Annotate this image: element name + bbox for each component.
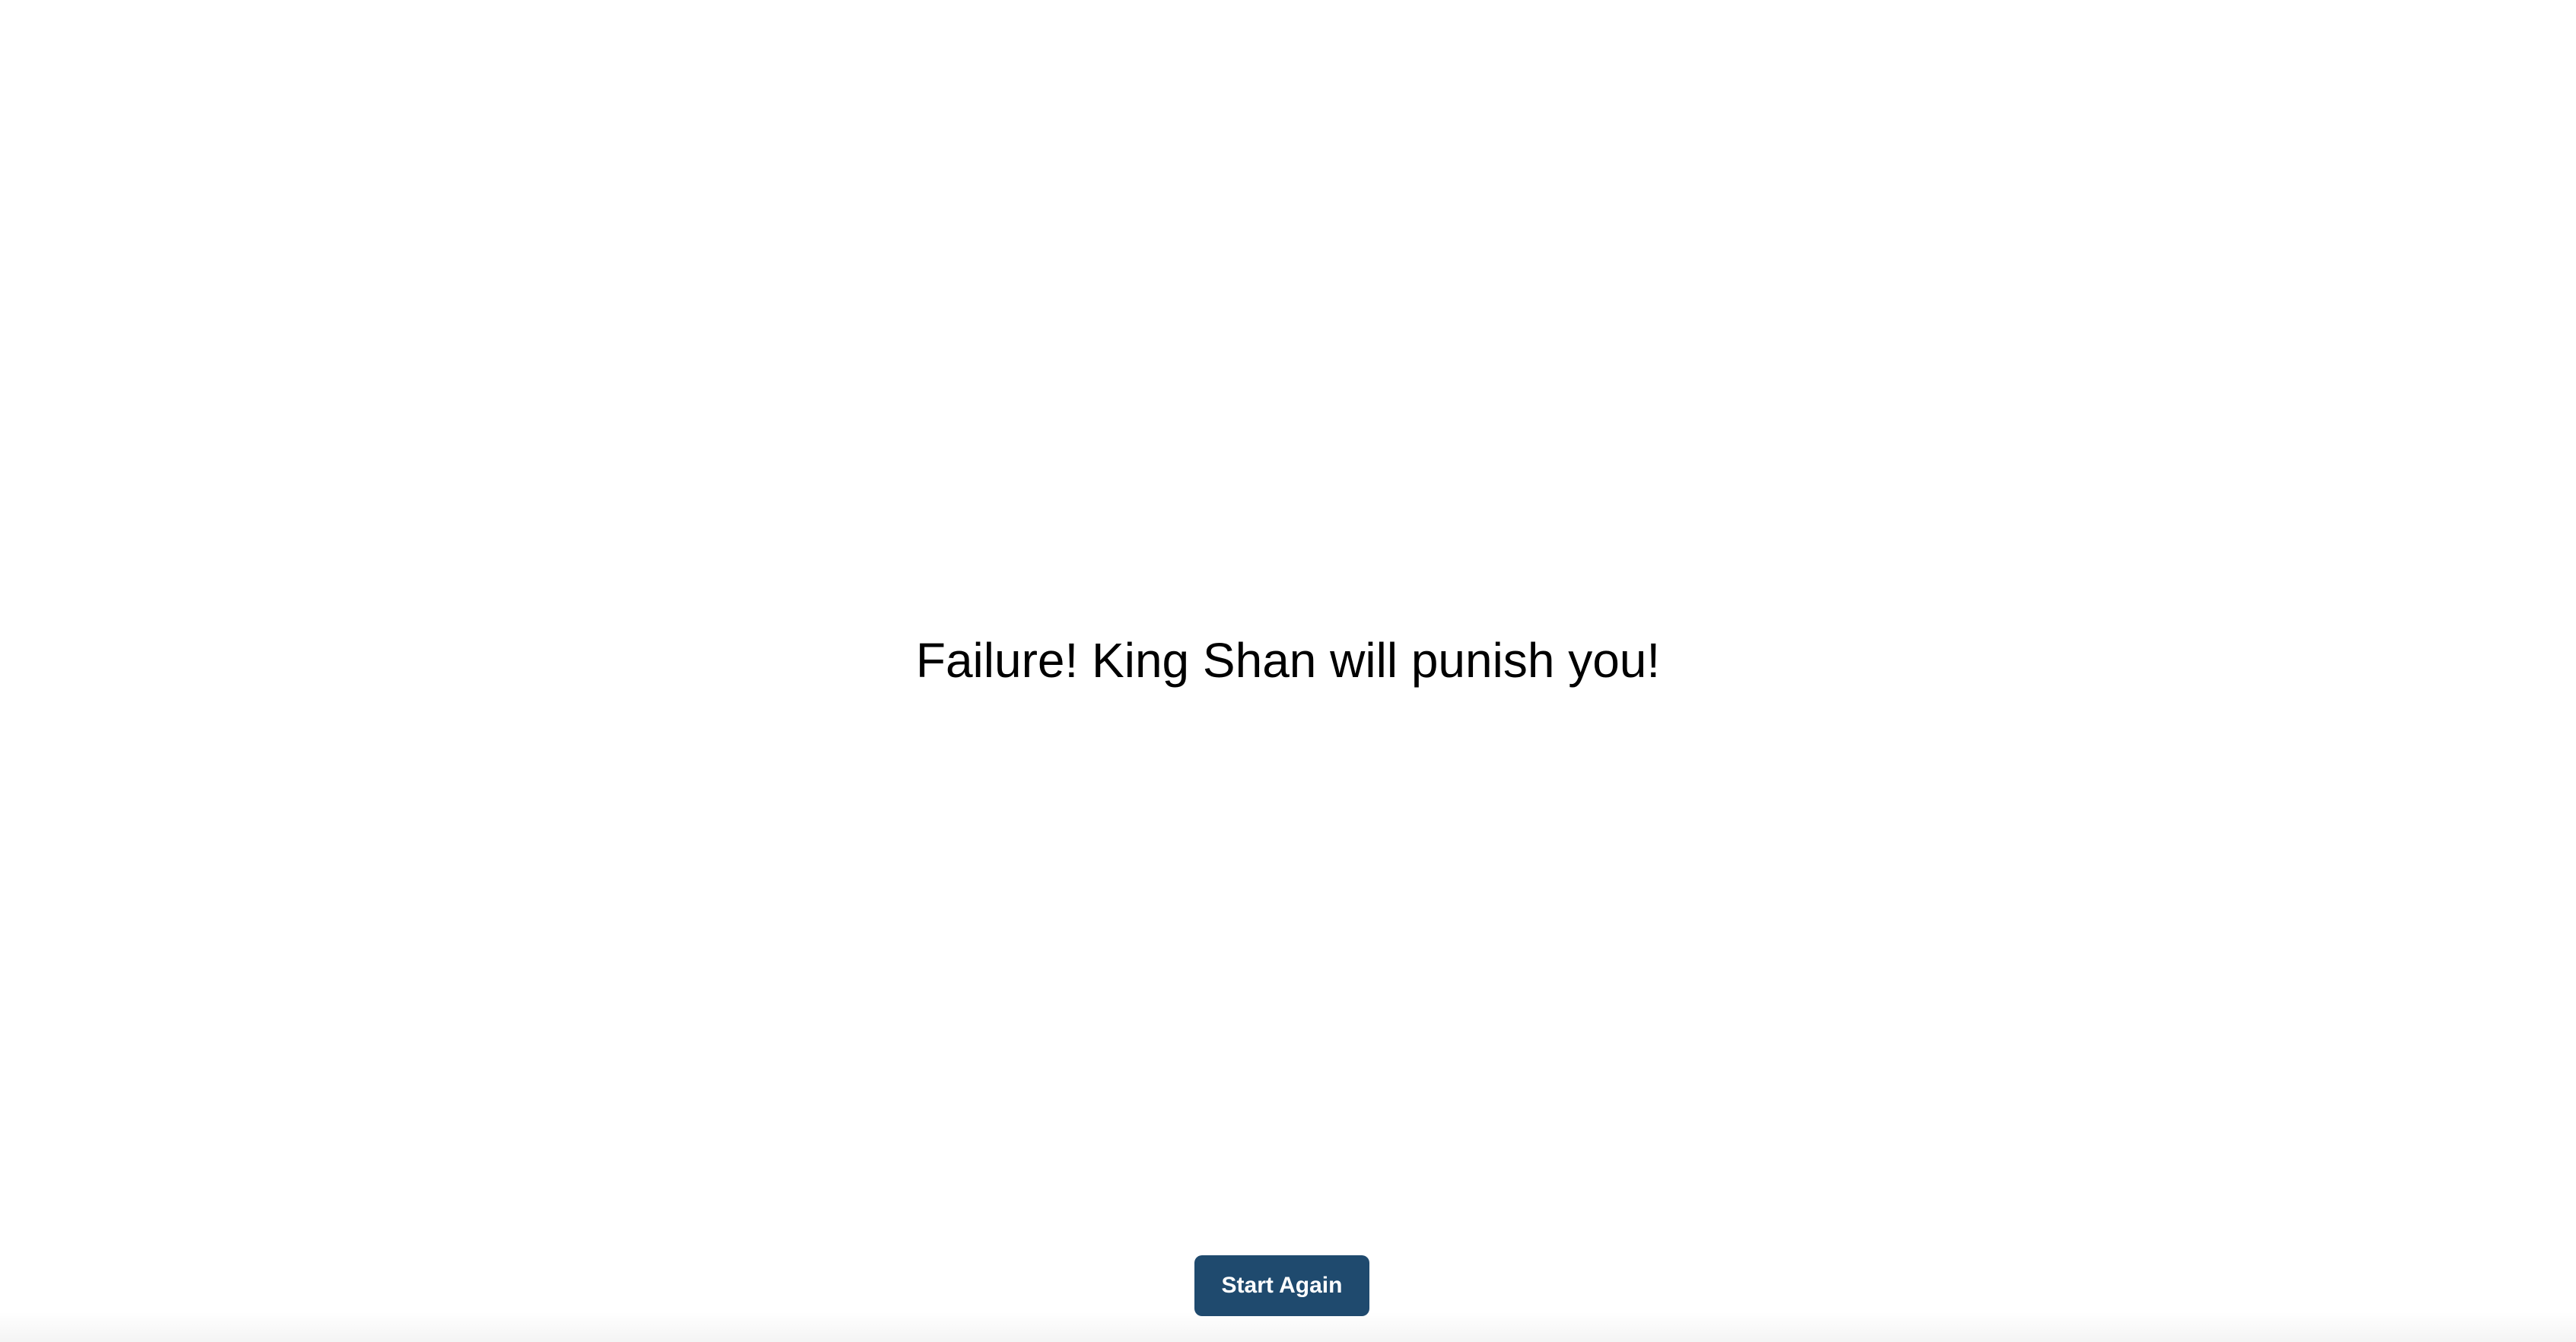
result-page: Failure! King Shan will punish you! Star…	[0, 0, 2576, 1342]
failure-message: Failure! King Shan will punish you!	[915, 633, 1661, 688]
bottom-edge-shadow	[0, 1312, 2576, 1342]
start-again-button[interactable]: Start Again	[1194, 1255, 1369, 1316]
